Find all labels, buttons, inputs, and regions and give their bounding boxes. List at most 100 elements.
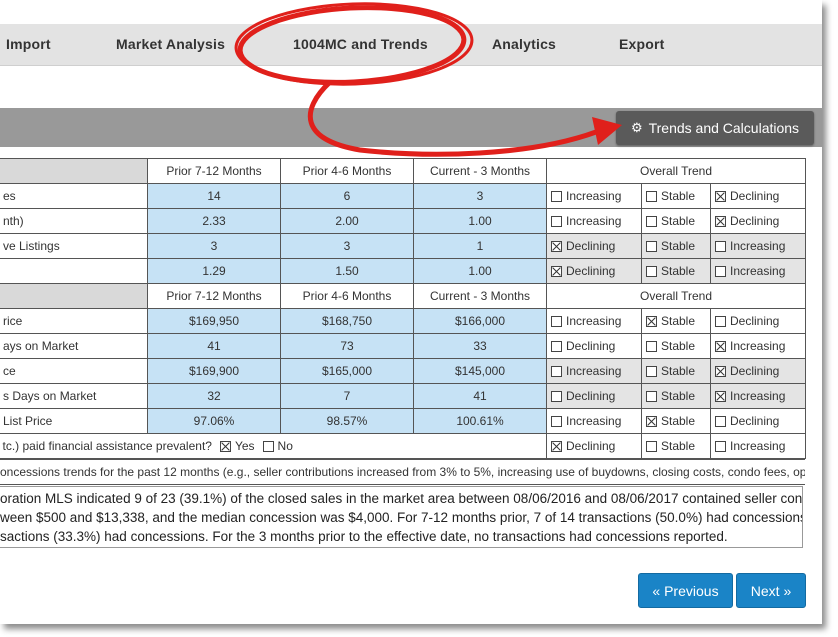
checkbox[interactable] [551,416,562,427]
checkbox[interactable] [551,216,562,227]
yes-checkbox[interactable] [219,441,231,452]
checkbox[interactable] [715,316,726,327]
trends-and-calculations-button[interactable]: ⚙ Trends and Calculations [616,111,814,145]
trend-option[interactable]: Declining [546,258,642,284]
value-cell: $169,900 [147,358,281,384]
trend-option[interactable]: Stable [641,258,711,284]
checkbox[interactable] [715,191,726,202]
checkbox[interactable] [715,216,726,227]
trend-option-label: Declining [730,189,780,203]
trend-option[interactable]: Increasing [546,358,642,384]
row-label: ve Listings [0,233,148,259]
checkbox[interactable] [551,341,562,352]
trend-option-label: Increasing [730,389,786,403]
checkbox[interactable] [646,191,657,202]
table-row: ve Listings 3 3 1 Declining Stable Increasing [0,233,806,259]
value-cell: 2.33 [147,208,281,234]
trend-option[interactable]: Stable [641,308,711,334]
trend-option-label: Increasing [730,439,786,453]
checkbox[interactable] [551,316,562,327]
checkbox[interactable] [551,241,562,252]
checkbox[interactable] [646,316,657,327]
trend-option-label: Declining [566,239,616,253]
trend-option[interactable]: Declining [710,408,806,434]
trend-option[interactable]: Increasing [710,258,806,284]
trend-option[interactable]: Stable [641,383,711,409]
checkbox[interactable] [646,266,657,277]
trend-option-label: Declining [730,314,780,328]
table-row: ays on Market 41 73 33 Declining Stable Increa… [0,333,806,359]
previous-button[interactable]: « Previous [638,573,733,608]
trend-option[interactable]: Declining [546,383,642,409]
checkbox[interactable] [551,266,562,277]
checkbox[interactable] [715,416,726,427]
checkbox[interactable] [646,391,657,402]
trend-option-label: Declining [566,389,616,403]
checkbox[interactable] [646,216,657,227]
trend-option[interactable]: Increasing [546,183,642,209]
checkbox[interactable] [715,366,726,377]
trend-option[interactable]: Declining [546,333,642,359]
checkbox[interactable] [646,416,657,427]
trend-option[interactable]: Increasing [710,383,806,409]
value-cell: 1.00 [413,208,547,234]
checkbox[interactable] [646,341,657,352]
trend-option[interactable]: Increasing [710,233,806,259]
trend-option[interactable]: Declining [710,358,806,384]
trend-option[interactable]: Stable [641,183,711,209]
value-cell: 3 [147,233,281,259]
trend-option[interactable]: Stable [641,333,711,359]
trend-option[interactable]: Stable [641,433,711,459]
trend-option[interactable]: Stable [641,408,711,434]
checkbox[interactable] [715,341,726,352]
trend-option[interactable]: Increasing [546,308,642,334]
tab-1004mc-and-trends[interactable]: 1004MC and Trends [293,36,428,52]
checkbox[interactable] [715,241,726,252]
column-header: Prior 4-6 Months [280,158,414,184]
trend-option[interactable]: Declining [546,433,642,459]
checkbox[interactable] [646,366,657,377]
table-row: s Days on Market 32 7 41 Declining Stable Incr… [0,383,806,409]
trend-option[interactable]: Declining [710,183,806,209]
trend-option-label: Increasing [730,339,786,353]
tab-import[interactable]: Import [6,36,51,52]
value-cell: 41 [147,333,281,359]
tab-analytics[interactable]: Analytics [492,36,556,52]
trend-option-label: Declining [566,439,616,453]
trend-option[interactable]: Increasing [710,333,806,359]
value-cell: 73 [280,333,414,359]
no-checkbox[interactable] [262,441,274,452]
checkbox[interactable] [551,391,562,402]
checkbox[interactable] [646,441,657,452]
row-label [0,258,148,284]
trend-option[interactable]: Declining [710,208,806,234]
next-button[interactable]: Next » [736,573,806,608]
checkbox[interactable] [551,366,562,377]
trend-option-label: Stable [661,189,696,203]
commentary-line: ween $500 and $13,338, and the median co… [0,510,803,525]
trend-option[interactable]: Declining [710,308,806,334]
trend-option[interactable]: Stable [641,358,711,384]
assistance-question: tc.) paid financial assistance prevalent… [2,439,212,453]
value-cell: 2.00 [280,208,414,234]
trend-option-label: Declining [566,264,616,278]
checkbox[interactable] [715,391,726,402]
trend-option[interactable]: Increasing [546,208,642,234]
trend-option[interactable]: Increasing [710,433,806,459]
value-cell: 32 [147,383,281,409]
table-header-row: Prior 7-12 Months Prior 4-6 Months Current… [0,158,806,184]
checkbox[interactable] [715,441,726,452]
checkbox[interactable] [646,241,657,252]
checkbox[interactable] [715,266,726,277]
checkbox[interactable] [551,441,562,452]
trend-option[interactable]: Stable [641,233,711,259]
trend-option[interactable]: Stable [641,208,711,234]
checkbox[interactable] [551,191,562,202]
column-header: Prior 7-12 Months [147,158,281,184]
concessions-commentary-textarea[interactable]: oration MLS indicated 9 of 23 (39.1%) of… [0,486,803,548]
tab-export[interactable]: Export [619,36,665,52]
tab-market-analysis[interactable]: Market Analysis [116,36,225,52]
trend-option[interactable]: Declining [546,233,642,259]
table-row: ce $169,900 $165,000 $145,000 Increasing Stab… [0,358,806,384]
trend-option[interactable]: Increasing [546,408,642,434]
